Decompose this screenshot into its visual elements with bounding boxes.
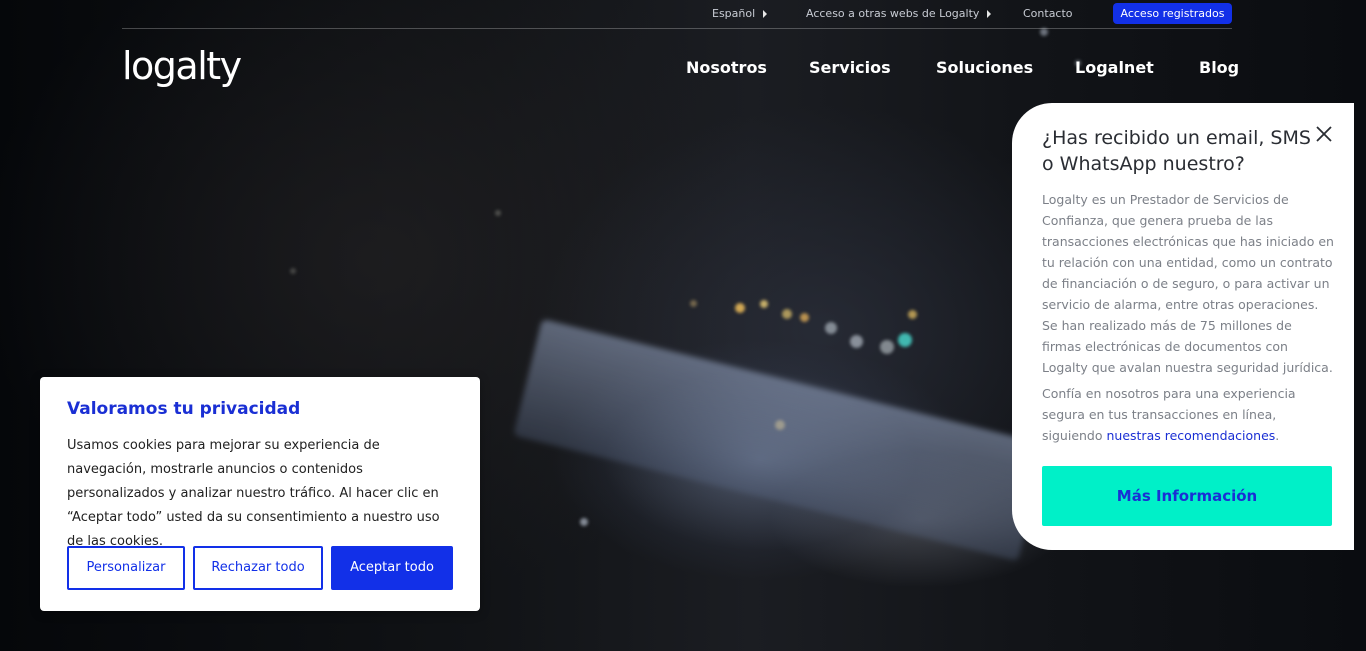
info-panel-paragraph-2: Confía en nosotros para una experiencia … xyxy=(1042,383,1334,446)
close-icon[interactable] xyxy=(1315,125,1333,143)
customize-button[interactable]: Personalizar xyxy=(67,546,185,590)
contact-link[interactable]: Contacto xyxy=(1023,7,1073,20)
recommendations-link[interactable]: nuestras recomendaciones xyxy=(1106,428,1275,443)
registered-access-button[interactable]: Acceso registrados xyxy=(1113,3,1232,24)
accept-all-button[interactable]: Aceptar todo xyxy=(331,546,453,590)
cookie-consent-banner: Valoramos tu privacidad Usamos cookies p… xyxy=(40,377,480,611)
reject-all-button[interactable]: Rechazar todo xyxy=(193,546,323,590)
more-info-button[interactable]: Más Información xyxy=(1042,466,1332,526)
nav-item-logalnet[interactable]: Logalnet xyxy=(1075,58,1154,77)
info-panel-paragraph: Logalty es un Prestador de Servicios de … xyxy=(1042,192,1334,375)
nav-item-servicios[interactable]: Servicios xyxy=(809,58,891,77)
caret-right-icon xyxy=(987,10,992,18)
other-sites-label: Acceso a otras webs de Logalty xyxy=(806,7,980,20)
top-utility-bar: Español Acceso a otras webs de Logalty C… xyxy=(122,0,1232,29)
nav-item-soluciones[interactable]: Soluciones xyxy=(936,58,1033,77)
language-label: Español xyxy=(712,7,756,20)
nav-item-nosotros[interactable]: Nosotros xyxy=(686,58,767,77)
tablet-glow xyxy=(513,318,1047,562)
logalty-logo[interactable]: logalty xyxy=(122,44,242,88)
other-sites-link[interactable]: Acceso a otras webs de Logalty xyxy=(806,7,992,20)
language-selector[interactable]: Español xyxy=(712,7,768,20)
cookie-text: Usamos cookies para mejorar su experienc… xyxy=(67,438,440,549)
caret-right-icon xyxy=(763,10,768,18)
info-panel-title: ¿Has recibido un email, SMS o WhatsApp n… xyxy=(1042,127,1311,175)
cookie-title: Valoramos tu privacidad xyxy=(67,399,301,419)
info-panel: ¿Has recibido un email, SMS o WhatsApp n… xyxy=(1012,103,1354,550)
paragraph-suffix: . xyxy=(1275,428,1280,443)
nav-item-blog[interactable]: Blog xyxy=(1199,58,1239,77)
